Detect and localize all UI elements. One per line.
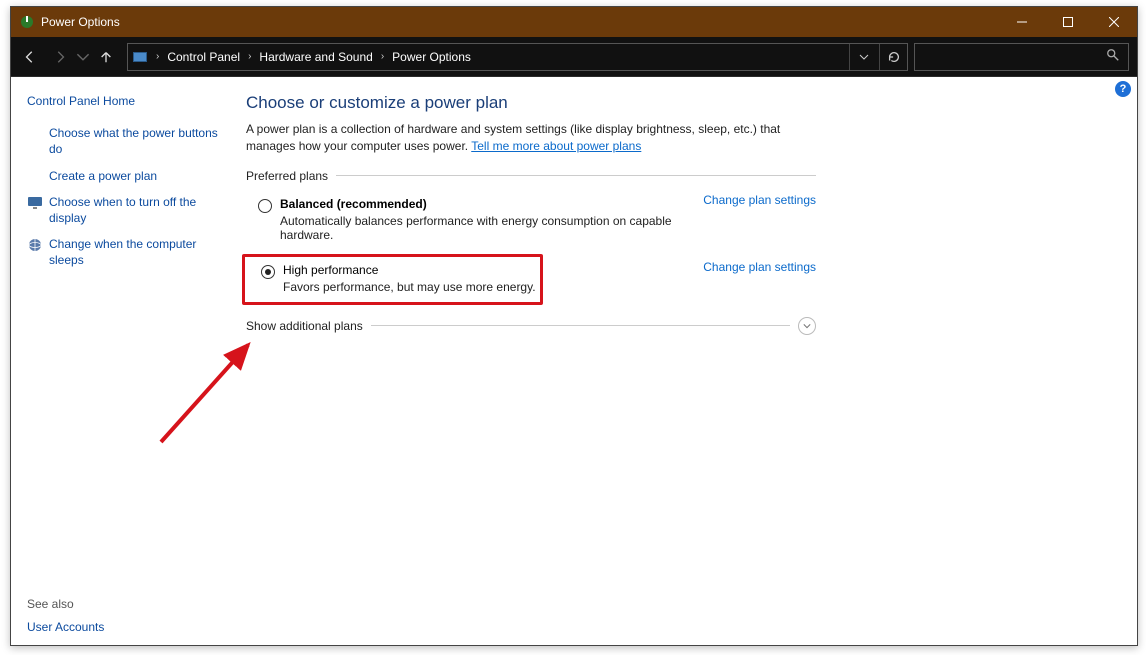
navbar: › Control Panel › Hardware and Sound › P…: [11, 37, 1137, 77]
divider-line: [371, 325, 790, 326]
search-icon: [1106, 48, 1120, 65]
up-button[interactable]: [91, 42, 121, 72]
chevron-right-icon: ›: [150, 51, 165, 62]
radio-high-performance[interactable]: [261, 265, 275, 279]
control-panel-home-link[interactable]: Control Panel Home: [27, 93, 220, 109]
close-button[interactable]: [1091, 7, 1137, 37]
breadcrumb-item[interactable]: Power Options: [390, 50, 473, 64]
window-frame: Power Options: [10, 6, 1138, 646]
window-title: Power Options: [41, 15, 999, 29]
page-description: A power plan is a collection of hardware…: [246, 121, 826, 155]
chevron-down-icon[interactable]: [798, 317, 816, 335]
preferred-plans-header: Preferred plans: [246, 169, 816, 183]
refresh-button[interactable]: [879, 44, 907, 70]
divider-line: [336, 175, 816, 176]
sidebar-item-power-buttons[interactable]: Choose what the power buttons do: [27, 125, 220, 157]
help-icon[interactable]: ?: [1115, 81, 1131, 97]
globe-icon: [27, 237, 43, 253]
page-heading: Choose or customize a power plan: [246, 93, 1107, 113]
plan-title[interactable]: High performance: [283, 263, 536, 277]
see-also-section: See also User Accounts: [27, 577, 220, 635]
change-plan-settings-link[interactable]: Change plan settings: [683, 193, 816, 207]
breadcrumb-item[interactable]: Control Panel: [165, 50, 242, 64]
plan-row-balanced: Balanced (recommended) Automatically bal…: [246, 193, 816, 250]
show-additional-label: Show additional plans: [246, 319, 363, 333]
window-controls: [999, 7, 1137, 37]
sidebar-item-computer-sleeps[interactable]: Change when the computer sleeps: [27, 236, 220, 268]
forward-button[interactable]: [45, 42, 75, 72]
content-area: ? Control Panel Home Choose what the pow…: [11, 77, 1137, 645]
main-panel: Choose or customize a power plan A power…: [226, 77, 1137, 645]
plan-title[interactable]: Balanced (recommended): [280, 197, 683, 211]
plan-row-high-performance: High performance Favors performance, but…: [246, 250, 816, 311]
address-dropdown[interactable]: [849, 44, 877, 70]
change-plan-settings-link[interactable]: Change plan settings: [683, 260, 816, 274]
plan-subtitle: Automatically balances performance with …: [280, 214, 683, 242]
location-icon: [132, 49, 148, 65]
plan-subtitle: Favors performance, but may use more ene…: [283, 280, 536, 294]
sidebar-link[interactable]: Choose when to turn off the display: [49, 194, 220, 226]
chevron-right-icon: ›: [242, 51, 257, 62]
learn-more-link[interactable]: Tell me more about power plans: [471, 139, 641, 153]
monitor-icon: [27, 195, 43, 211]
titlebar: Power Options: [11, 7, 1137, 37]
maximize-button[interactable]: [1045, 7, 1091, 37]
sidebar-item-create-plan[interactable]: Create a power plan: [27, 168, 220, 184]
chevron-right-icon: ›: [375, 51, 390, 62]
breadcrumb-item[interactable]: Hardware and Sound: [257, 50, 374, 64]
radio-balanced[interactable]: [258, 199, 272, 213]
sidebar-link[interactable]: Choose what the power buttons do: [49, 125, 220, 157]
sidebar-item-turn-off-display[interactable]: Choose when to turn off the display: [27, 194, 220, 226]
back-button[interactable]: [15, 42, 45, 72]
sidebar: Control Panel Home Choose what the power…: [11, 77, 226, 645]
recent-dropdown[interactable]: [75, 42, 91, 72]
show-additional-plans-toggle[interactable]: Show additional plans: [246, 317, 816, 335]
preferred-plans-label: Preferred plans: [246, 169, 328, 183]
sidebar-link[interactable]: Create a power plan: [49, 168, 157, 184]
see-also-user-accounts[interactable]: User Accounts: [27, 620, 104, 634]
minimize-button[interactable]: [999, 7, 1045, 37]
annotation-highlight: High performance Favors performance, but…: [242, 254, 543, 305]
see-also-label: See also: [27, 597, 220, 611]
app-icon: [19, 14, 35, 30]
sidebar-link[interactable]: Change when the computer sleeps: [49, 236, 220, 268]
address-bar[interactable]: › Control Panel › Hardware and Sound › P…: [127, 43, 908, 71]
search-input[interactable]: [914, 43, 1129, 71]
